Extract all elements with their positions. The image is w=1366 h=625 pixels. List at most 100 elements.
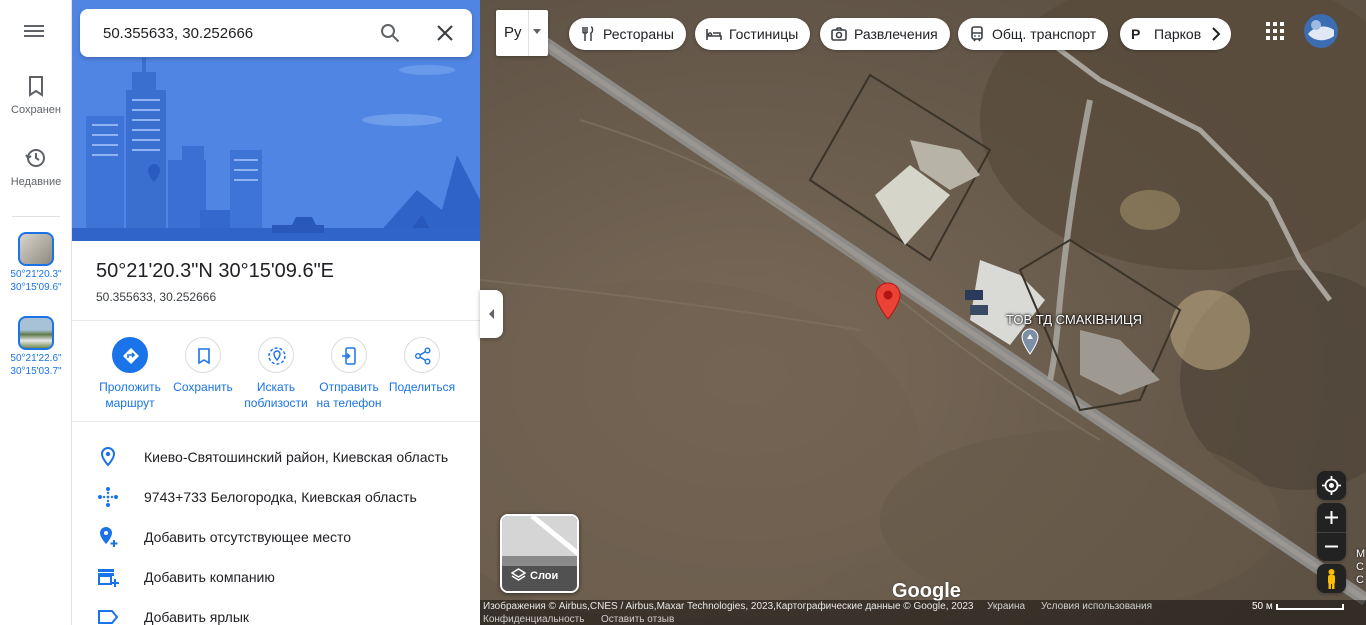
chip-restaurants[interactable]: Рестораны [569,18,686,50]
google-maps-app: Сохранен Недавние 50°21'20.3" 30°15'09.6… [0,0,1366,625]
send-label-2: на телефон [316,396,382,410]
search-icon[interactable] [378,21,402,45]
chip-entertainment[interactable]: Развлечения [820,18,950,50]
recent-item-lat: 50°21'22.6" [10,353,62,364]
share-icon [415,347,431,365]
bookmark-icon [198,348,210,365]
chevron-right-icon [1212,27,1221,41]
apps-grid-icon[interactable] [1266,22,1284,40]
info-add-label-text: Добавить ярлык [144,609,250,625]
scale-label: 50 м [1252,601,1273,612]
transit-icon [971,26,983,42]
nearby-label-2: поблизости [244,396,308,410]
label-icon [98,610,119,624]
chip-transit[interactable]: Общ. транспорт [958,18,1109,50]
restaurant-icon [582,26,594,41]
chevron-left-icon [489,309,494,319]
directions-label-2: маршрут [105,396,155,410]
hamburger-menu-icon[interactable] [24,22,48,44]
recent-item-lng: 30°15'09.6" [10,282,62,293]
privacy-link[interactable]: Конфиденциальность [483,614,584,625]
satellite-map[interactable]: Ру Рестораны Гостиницы Развлечения Общ. … [480,0,1366,625]
place-header: 50°21'20.3"N 30°15'09.6"E 50.355633, 30.… [72,241,480,321]
my-location-icon [1322,476,1341,495]
send-label: Отправить [319,380,379,394]
recent-label: Недавние [10,176,62,188]
my-location-button[interactable] [1317,471,1346,500]
hotel-icon [706,29,722,40]
info-row-region[interactable]: Киево-Святошинский район, Киевская облас… [72,437,480,477]
info-row-add-label[interactable]: Добавить ярлык [72,597,480,625]
layers-label: Слои [530,570,559,582]
info-row-add-business[interactable]: Добавить компанию [72,557,480,597]
recent-button[interactable]: Недавние [0,146,72,188]
scale-bar [1276,604,1344,610]
chip-restaurants-label: Рестораны [603,26,674,42]
chip-hotels[interactable]: Гостиницы [695,18,811,50]
place-coordinates: 50.355633, 30.252666 [96,290,217,304]
recent-item-lat: 50°21'20.3" [10,269,62,280]
language-selector[interactable]: Ру [496,10,548,56]
feedback-link[interactable]: Оставить отзыв [601,614,674,625]
recent-item-lng: 30°15'03.7" [10,366,62,377]
save-label: Сохранить [173,380,233,394]
chips-next-button[interactable] [1203,18,1231,50]
attribution-text: Изображения © Airbus,CNES / Airbus,Maxar… [483,601,974,612]
caret-down-icon [533,29,541,34]
location-marker-icon[interactable] [874,282,902,322]
directions-button[interactable]: Проложить маршрут [90,337,170,411]
layers-button[interactable]: Слои [500,514,579,593]
left-rail: Сохранен Недавние 50°21'20.3" 30°15'09.6… [0,0,72,625]
send-to-phone-button[interactable]: Отправить на телефон [309,337,389,411]
add-business-icon [98,569,119,587]
poi-label[interactable]: ТОВ ТД СМАКІВНИЦЯ [1006,312,1142,327]
zoom-in-icon[interactable] [1317,503,1346,532]
chip-transit-label: Общ. транспорт [992,26,1097,42]
rail-divider [12,216,60,217]
recent-item-2[interactable]: 50°21'22.6" 30°15'03.7" [0,316,72,378]
collapse-panel-button[interactable] [480,290,503,338]
poi-marker-icon[interactable] [1020,328,1040,356]
edge-partial-text: М С С [1356,548,1366,586]
zoom-out-icon[interactable] [1317,532,1346,561]
save-button[interactable]: Сохранить [163,337,243,395]
info-row-plus-code[interactable]: 9743+733 Белогородка, Киевская область [72,477,480,517]
directions-label: Проложить [99,380,161,394]
info-plus-code-text: 9743+733 Белогородка, Киевская область [144,489,417,505]
add-place-icon [100,527,118,547]
search-box [80,9,472,57]
country-link[interactable]: Украина [987,601,1025,612]
camera-icon [831,27,847,41]
language-value: Ру [504,24,522,41]
nearby-icon [268,347,286,365]
terms-link[interactable]: Условия использования [1041,601,1152,612]
location-pin-icon [100,446,116,467]
chip-parking-label: Парков [1154,26,1202,42]
place-title: 50°21'20.3"N 30°15'09.6"E [96,260,335,282]
map-footer: Изображения © Airbus,CNES / Airbus,Maxar… [480,600,1366,625]
info-region-text: Киево-Святошинский район, Киевская облас… [144,449,449,465]
share-button[interactable]: Поделиться [382,337,462,395]
layers-icon [511,568,526,581]
send-to-phone-icon [342,347,356,365]
info-row-add-place[interactable]: Добавить отсутствующее место [72,517,480,557]
info-add-business-text: Добавить компанию [144,569,275,585]
nearby-button[interactable]: Искать поблизости [236,337,316,411]
recent-item-1[interactable]: 50°21'20.3" 30°15'09.6" [0,232,72,294]
satellite-imagery [480,0,1366,625]
street-view-pegman[interactable] [1317,564,1346,593]
zoom-divider [1317,532,1346,533]
recent-thumbnail [18,316,54,350]
nearby-label: Искать [256,380,296,394]
saved-button[interactable]: Сохранен [0,74,72,116]
directions-icon [123,348,139,364]
history-icon [25,149,45,167]
plus-code-icon [98,487,118,507]
bookmark-icon [29,76,43,97]
search-input[interactable] [103,9,373,57]
close-icon[interactable] [433,21,457,45]
chip-hotels-label: Гостиницы [729,26,799,42]
pegman-icon [1328,569,1335,589]
account-avatar[interactable] [1304,14,1338,48]
chip-entertainment-label: Развлечения [854,26,938,42]
